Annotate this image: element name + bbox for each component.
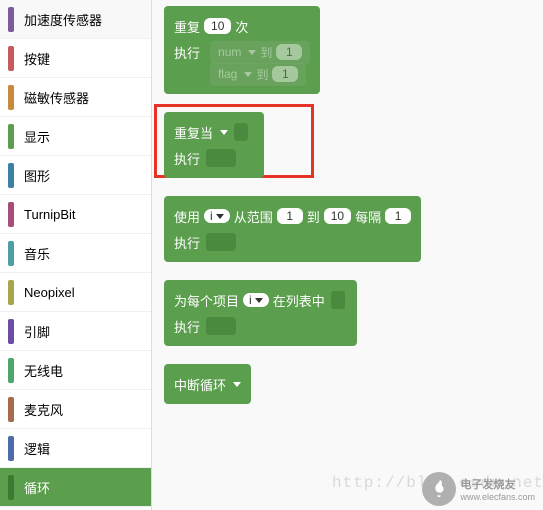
cat-magnetic[interactable]: 磁敏传感器 (0, 78, 151, 117)
cat-label: TurnipBit (24, 207, 76, 222)
cat-radio[interactable]: 无线电 (0, 351, 151, 390)
label: 在列表中 (273, 291, 325, 310)
block-repeat-while[interactable]: 重复当 执行 (164, 112, 264, 178)
var-dropdown[interactable]: i (204, 209, 230, 223)
list-slot[interactable] (331, 291, 345, 309)
label: 重复当 (174, 123, 213, 142)
cat-turnipbit[interactable]: TurnipBit (0, 195, 151, 234)
ghost-block-set: flag 到 1 (210, 63, 306, 86)
block-palette: 重复 10 次 执行 num 到 1 flag 到 1 (152, 0, 543, 510)
label: 执行 (174, 233, 200, 252)
ghost-block-set: num 到 1 (210, 41, 310, 64)
label: 每隔 (355, 207, 381, 226)
label: 到 (307, 207, 320, 226)
cat-label: Neopixel (24, 285, 75, 300)
label: 重复 (174, 17, 200, 36)
to-input[interactable]: 10 (324, 208, 351, 224)
chevron-down-icon (216, 214, 224, 219)
label: 使用 (174, 207, 200, 226)
category-sidebar: 加速度传感器 按键 磁敏传感器 显示 图形 TurnipBit 音乐 Neopi… (0, 0, 152, 510)
count-input[interactable]: 10 (204, 18, 231, 34)
label: 次 (235, 17, 248, 36)
cat-microphone[interactable]: 麦克风 (0, 390, 151, 429)
cat-label: 无线电 (24, 361, 63, 380)
from-input[interactable]: 1 (277, 208, 303, 224)
cat-label: 逻辑 (24, 439, 50, 458)
brand-footer: 电子发烧友 www.elecfans.com (422, 472, 535, 506)
var-dropdown[interactable]: i (243, 293, 269, 307)
body-slot[interactable] (206, 317, 236, 335)
cat-graphics[interactable]: 图形 (0, 156, 151, 195)
chevron-down-icon (255, 298, 263, 303)
condition-slot[interactable] (234, 123, 248, 141)
cat-label: 麦克风 (24, 400, 63, 419)
chevron-down-icon[interactable] (220, 130, 228, 135)
block-repeat-n[interactable]: 重复 10 次 执行 num 到 1 flag 到 1 (164, 6, 320, 94)
cat-music[interactable]: 音乐 (0, 234, 151, 273)
cat-label: 循环 (24, 478, 50, 497)
cat-pins[interactable]: 引脚 (0, 312, 151, 351)
cat-button[interactable]: 按键 (0, 39, 151, 78)
block-break[interactable]: 中断循环 (164, 364, 251, 404)
label: 执行 (174, 43, 200, 62)
brand-url: www.elecfans.com (460, 492, 535, 502)
label: 从范围 (234, 207, 273, 226)
cat-neopixel[interactable]: Neopixel (0, 273, 151, 312)
cat-accelerometer[interactable]: 加速度传感器 (0, 0, 151, 39)
body-slot[interactable] (206, 233, 236, 251)
cat-label: 按键 (24, 49, 50, 68)
block-for-each[interactable]: 为每个项目 i 在列表中 执行 (164, 280, 357, 346)
cat-label: 引脚 (24, 322, 50, 341)
block-for-range[interactable]: 使用 i 从范围 1 到 10 每隔 1 执行 (164, 196, 421, 262)
label: 为每个项目 (174, 291, 239, 310)
label: 执行 (174, 149, 200, 168)
brand-logo-icon (422, 472, 456, 506)
body-slot[interactable] (206, 149, 236, 167)
label: 执行 (174, 317, 200, 336)
chevron-down-icon[interactable] (233, 382, 241, 387)
cat-label: 图形 (24, 166, 50, 185)
cat-label: 加速度传感器 (24, 10, 102, 29)
cat-label: 音乐 (24, 244, 50, 263)
label: 中断循环 (174, 375, 226, 394)
brand-name: 电子发烧友 (460, 476, 535, 492)
cat-loops[interactable]: 循环 (0, 468, 151, 507)
step-input[interactable]: 1 (385, 208, 411, 224)
cat-label: 显示 (24, 127, 50, 146)
app-root: 加速度传感器 按键 磁敏传感器 显示 图形 TurnipBit 音乐 Neopi… (0, 0, 543, 510)
cat-logic[interactable]: 逻辑 (0, 429, 151, 468)
cat-label: 磁敏传感器 (24, 88, 89, 107)
cat-display[interactable]: 显示 (0, 117, 151, 156)
